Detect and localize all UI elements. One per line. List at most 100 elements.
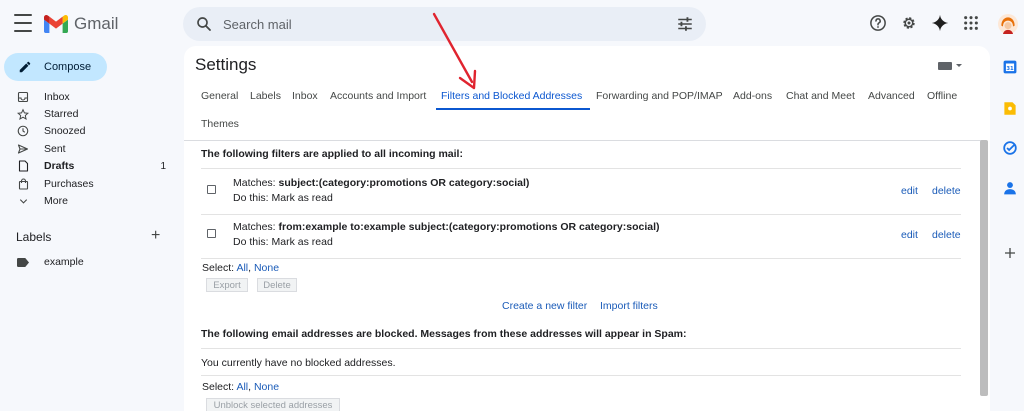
select-prefix: Select:: [202, 262, 235, 274]
sidebar-item-starred[interactable]: Starred: [0, 105, 180, 122]
filter-criteria-line: Matches: subject:(category:promotions OR…: [233, 177, 529, 189]
clock-icon: [17, 125, 29, 137]
sidebar-item-more[interactable]: More: [0, 192, 180, 209]
edit-filter-link[interactable]: edit: [901, 185, 918, 197]
chevron-down-icon: [17, 195, 29, 207]
filter-matches-prefix: Matches:: [233, 177, 276, 189]
search-bar[interactable]: [183, 7, 706, 41]
active-tab-indicator: [436, 108, 590, 110]
no-blocked-text: You currently have no blocked addresses.: [201, 357, 396, 369]
calendar-icon[interactable]: 31: [1002, 59, 1018, 75]
filters-heading: The following filters are applied to all…: [201, 148, 463, 160]
tab-chat-and-meet[interactable]: Chat and Meet: [786, 90, 855, 102]
filter-checkbox[interactable]: [207, 229, 216, 238]
help-icon[interactable]: [868, 13, 888, 33]
tab-filters-and-blocked-addresses[interactable]: Filters and Blocked Addresses: [441, 90, 582, 102]
tab-forwarding-and-pop-imap[interactable]: Forwarding and POP/IMAP: [596, 90, 723, 102]
apps-grid-icon[interactable]: [961, 13, 981, 33]
blocked-select-line: Select: All, None: [202, 381, 279, 393]
add-label-icon[interactable]: +: [151, 228, 160, 244]
settings-panel: Settings General Labels Inbox Accounts a…: [184, 46, 990, 411]
sidebar-item-label: Snoozed: [44, 125, 86, 138]
search-input[interactable]: [223, 14, 643, 34]
contacts-icon[interactable]: [1002, 180, 1018, 196]
star-icon: [17, 108, 29, 120]
avatar[interactable]: [998, 14, 1018, 34]
select-all-link[interactable]: All: [236, 381, 248, 393]
sidebar-item-drafts[interactable]: Drafts 1: [0, 158, 180, 175]
unblock-selected-button[interactable]: Unblock selected addresses: [206, 398, 340, 411]
app-name: Gmail: [74, 14, 119, 33]
divider: [201, 168, 961, 169]
tab-inbox[interactable]: Inbox: [292, 90, 318, 102]
filter-row: Matches: from:example to:example subject…: [201, 215, 961, 257]
sidebar-item-snoozed[interactable]: Snoozed: [0, 123, 180, 140]
search-icon[interactable]: [195, 15, 213, 33]
label-tag-icon: [17, 257, 29, 267]
edit-filter-link[interactable]: edit: [901, 229, 918, 241]
main-menu-icon[interactable]: [14, 14, 32, 32]
delete-filter-link[interactable]: delete: [932, 229, 961, 241]
filter-criteria-line: Matches: from:example to:example subject…: [233, 221, 660, 233]
page-title: Settings: [195, 55, 257, 74]
tab-offline[interactable]: Offline: [927, 90, 957, 102]
filter-criteria: subject:(category:promotions OR category…: [278, 177, 530, 189]
tasks-icon[interactable]: [1002, 140, 1018, 156]
select-all-link[interactable]: All: [236, 262, 248, 274]
delete-filter-link[interactable]: delete: [932, 185, 961, 197]
select-none-link[interactable]: None: [254, 381, 279, 393]
sidebar-item-label: Starred: [44, 108, 79, 121]
tab-advanced[interactable]: Advanced: [868, 90, 915, 102]
sidebar-item-label: Drafts: [44, 160, 75, 173]
scrollbar[interactable]: [980, 140, 988, 396]
gmail-m-icon: [44, 15, 68, 33]
select-prefix: Select:: [202, 381, 235, 393]
sidebar-item-label: Inbox: [44, 90, 70, 103]
tab-labels[interactable]: Labels: [250, 90, 281, 102]
sidebar-item-label: Sent: [44, 142, 66, 155]
keep-icon[interactable]: [1002, 100, 1018, 116]
sidebar-nav: Inbox Starred Snoozed Sent Drafts 1 Purc…: [0, 88, 180, 210]
create-filter-link[interactable]: Create a new filter: [502, 300, 587, 312]
tab-add-ons[interactable]: Add-ons: [733, 90, 772, 102]
import-filters-link[interactable]: Import filters: [600, 300, 658, 312]
input-tools-icon[interactable]: [938, 60, 962, 72]
send-icon: [17, 143, 29, 155]
sidebar-item-sent[interactable]: Sent: [0, 140, 180, 157]
sidebar-item-inbox[interactable]: Inbox: [0, 88, 180, 105]
filter-criteria: from:example to:example subject:(categor…: [278, 221, 660, 233]
tab-general[interactable]: General: [201, 90, 238, 102]
inbox-icon: [17, 91, 29, 103]
tab-themes[interactable]: Themes: [201, 118, 239, 130]
label-item-text: example: [44, 256, 84, 268]
gemini-sparkle-icon[interactable]: [930, 13, 950, 33]
filter-row: Matches: subject:(category:promotions OR…: [201, 171, 961, 213]
filter-action: Do this: Mark as read: [233, 236, 333, 248]
labels-heading: Labels: [16, 230, 52, 244]
gmail-logo[interactable]: Gmail: [44, 12, 118, 36]
sidebar-item-purchases[interactable]: Purchases: [0, 175, 180, 192]
tab-accounts-and-import[interactable]: Accounts and Import: [330, 90, 426, 102]
filter-matches-prefix: Matches:: [233, 221, 276, 233]
sidebar-item-label: More: [44, 195, 68, 208]
delete-button[interactable]: Delete: [257, 278, 297, 292]
label-item-example[interactable]: example: [0, 254, 180, 270]
search-options-icon[interactable]: [676, 15, 694, 33]
gear-icon[interactable]: [899, 13, 919, 33]
blocked-heading: The following email addresses are blocke…: [201, 328, 687, 340]
filter-checkbox[interactable]: [207, 185, 216, 194]
svg-text:31: 31: [1006, 66, 1014, 72]
pencil-icon: [19, 61, 31, 73]
compose-button[interactable]: Compose: [4, 53, 107, 81]
filters-select-line: Select: All, None: [202, 262, 279, 274]
draft-icon: [17, 160, 29, 172]
select-none-link[interactable]: None: [254, 262, 279, 274]
filter-action: Do this: Mark as read: [233, 192, 333, 204]
select-separator: ,: [248, 262, 252, 274]
top-bar: Gmail: [0, 0, 1024, 46]
sidebar-item-count: 1: [160, 160, 166, 172]
export-button[interactable]: Export: [206, 278, 248, 292]
divider: [201, 375, 961, 376]
add-addon-icon[interactable]: [1002, 245, 1018, 261]
sidebar-item-label: Purchases: [44, 177, 94, 190]
